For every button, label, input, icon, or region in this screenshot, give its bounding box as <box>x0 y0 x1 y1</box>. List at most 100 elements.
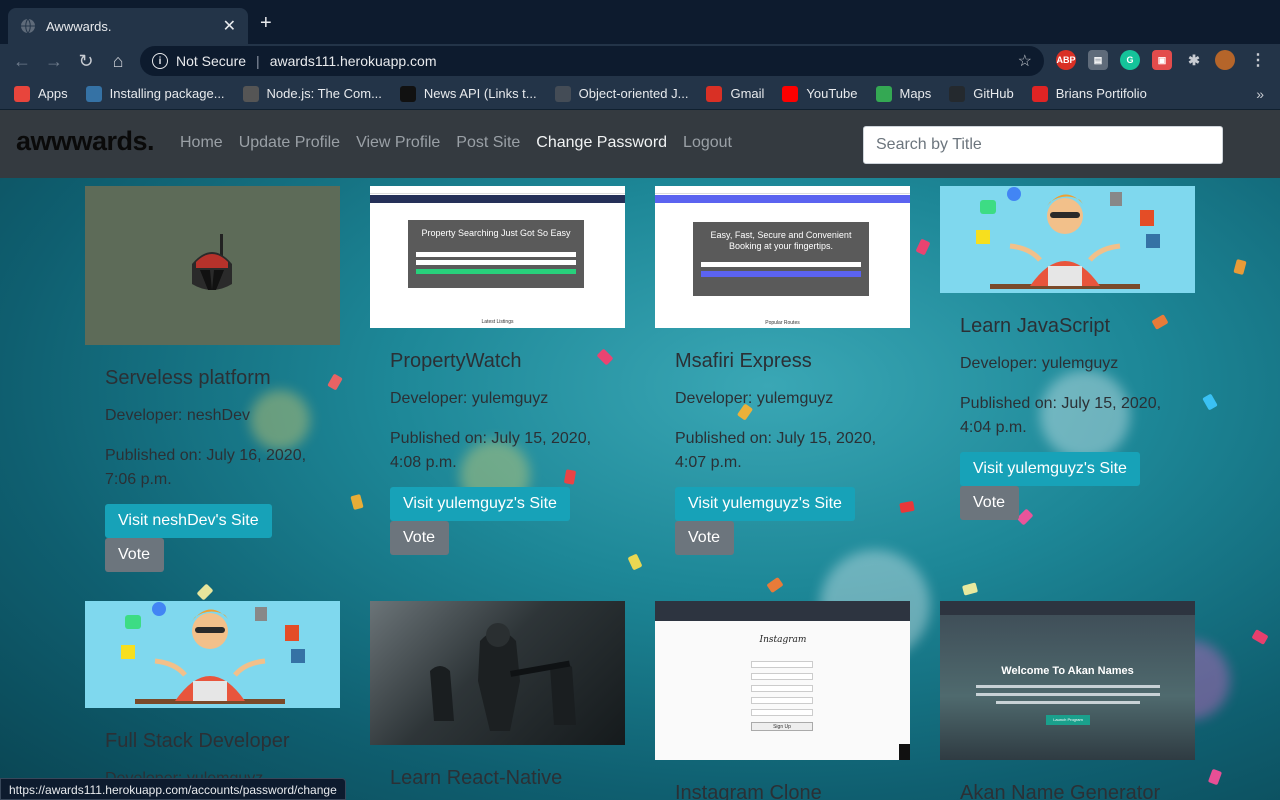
screenshot-headline: Instagram <box>759 635 807 645</box>
search-input[interactable] <box>863 126 1223 164</box>
confetti <box>1207 768 1223 786</box>
screenshot-text-line <box>996 701 1140 704</box>
grammarly-icon[interactable]: G <box>1120 50 1140 70</box>
project-image[interactable] <box>370 601 625 745</box>
bookmark-label: Object-oriented J... <box>578 86 689 101</box>
puzzle-icon[interactable]: ✱ <box>1184 50 1204 70</box>
bookmark-label: Node.js: The Com... <box>266 86 382 101</box>
bookmark-label: Maps <box>899 86 932 101</box>
screenshot-hero: Property Searching Just Got So Easy <box>408 220 584 288</box>
bookmark-item[interactable]: Maps <box>875 85 932 102</box>
screenshot-signup-button: Sign Up <box>751 722 813 731</box>
bookmarks-bar: Apps Installing package... Node.js: The Co… <box>0 78 1280 110</box>
browser-tab[interactable]: Awwwards. ✕ <box>8 8 248 44</box>
brand-logo[interactable]: awwwards. <box>16 126 155 157</box>
screenshot-header <box>370 186 625 194</box>
ch-icon <box>242 85 259 102</box>
home-icon[interactable]: ⌂ <box>102 46 134 76</box>
project-image[interactable]: Property Searching Just Got So Easy Late… <box>370 186 625 328</box>
nav-link-view-profile[interactable]: View Profile <box>356 134 440 152</box>
status-bar-url: https://awards111.herokuapp.com/accounts… <box>0 778 346 800</box>
project-image[interactable] <box>85 601 340 708</box>
globe-icon <box>20 18 36 34</box>
bookmark-item[interactable]: Node.js: The Com... <box>242 85 382 102</box>
screenshot-nav <box>370 195 625 203</box>
nav-link-change-password[interactable]: Change Password <box>536 134 667 152</box>
bookmark-item[interactable]: News API (Links t... <box>399 85 537 102</box>
project-published-date: Published on: July 16, 2020, 7:06 p.m. <box>105 447 307 488</box>
bookmark-label: GitHub <box>973 86 1014 101</box>
screenshot-form-row <box>751 685 813 692</box>
screenshot-form-row <box>701 262 861 267</box>
address-bar[interactable]: i Not Secure | awards111.herokuapp.com ☆ <box>140 46 1044 76</box>
menu-kebab-icon[interactable]: ⋮ <box>1248 50 1268 70</box>
bookmark-item[interactable]: Apps <box>14 85 68 102</box>
screenshot-browser-chrome <box>940 601 1195 615</box>
extension-icon[interactable]: ▣ <box>1152 50 1172 70</box>
confetti <box>961 582 979 596</box>
close-tab-icon[interactable]: ✕ <box>223 16 236 36</box>
screenshot-form-row <box>751 697 813 704</box>
nav-link-update-profile[interactable]: Update Profile <box>239 134 340 152</box>
project-card: Learn JavaScript Developer: yulemguyz Pu… <box>940 186 1195 520</box>
project-card: Property Searching Just Got So Easy Late… <box>370 186 625 555</box>
visit-site-button[interactable]: Visit neshDev's Site <box>105 504 272 538</box>
bookmark-item[interactable]: Object-oriented J... <box>554 85 689 102</box>
nav-links: Home Update Profile View Profile Post Si… <box>180 134 748 152</box>
project-image[interactable]: Easy, Fast, Secure and Convenient Bookin… <box>655 186 910 328</box>
project-image[interactable]: Welcome To Akan Names Launch Program <box>940 601 1195 760</box>
nav-link-home[interactable]: Home <box>180 134 223 152</box>
nav-link-post-site[interactable]: Post Site <box>456 134 520 152</box>
bookmark-label: YouTube <box>806 86 858 101</box>
project-title: Instagram Clone <box>675 782 822 800</box>
project-published-date: Published on: July 15, 2020, 4:07 p.m. <box>675 430 877 471</box>
vote-button[interactable]: Vote <box>105 538 164 572</box>
site-navbar: awwwards. Home Update Profile View Profi… <box>0 110 1280 178</box>
screenshot-headline: Property Searching Just Got So Easy <box>421 228 571 238</box>
reader-icon[interactable]: ▤ <box>1088 50 1108 70</box>
info-icon[interactable]: i <box>152 53 168 69</box>
project-card: Learn React-Native <box>370 601 625 790</box>
project-developer: Developer: yulemguyz <box>675 390 834 407</box>
vote-button[interactable]: Vote <box>675 521 734 555</box>
project-card: Instagram Sign Up Instagram Clone <box>655 601 910 800</box>
screenshot-form-row <box>416 252 576 257</box>
project-title: PropertyWatch <box>390 350 522 372</box>
visit-site-button[interactable]: Visit yulemguyz's Site <box>675 487 855 521</box>
bookmark-star-icon[interactable]: ☆ <box>1018 51 1032 71</box>
visit-site-button[interactable]: Visit yulemguyz's Site <box>390 487 570 521</box>
screenshot-footer: Latest Listings <box>481 319 514 325</box>
more-bookmarks-icon[interactable]: » <box>1256 86 1264 102</box>
apps-grid-icon <box>14 85 30 102</box>
portfolio-icon <box>1031 85 1048 102</box>
bookmark-item[interactable]: GitHub <box>949 85 1014 102</box>
bookmark-item[interactable]: YouTube <box>782 85 858 102</box>
bookmark-label: Apps <box>38 86 68 101</box>
vote-button[interactable]: Vote <box>390 521 449 555</box>
adblock-icon[interactable]: ABP <box>1056 50 1076 70</box>
back-icon[interactable]: ← <box>6 46 38 76</box>
screenshot-headline: Welcome To Akan Names <box>1001 665 1134 677</box>
avatar[interactable] <box>1215 50 1235 70</box>
screenshot-launch-button: Launch Program <box>1046 715 1090 725</box>
project-card: Full Stack Developer Developer: yulemguy… <box>85 601 340 791</box>
confetti <box>766 576 784 594</box>
bookmark-item[interactable]: Installing package... <box>85 85 225 102</box>
visit-site-button[interactable]: Visit yulemguyz's Site <box>960 452 1140 486</box>
security-label: Not Secure <box>176 53 247 69</box>
reload-icon[interactable]: ↻ <box>70 46 102 76</box>
bookmark-item[interactable]: Gmail <box>706 85 764 102</box>
bookmark-item[interactable]: Brians Portifolio <box>1031 85 1147 102</box>
new-tab-icon[interactable]: + <box>260 13 272 33</box>
project-card: Welcome To Akan Names Launch Program Aka… <box>940 601 1195 800</box>
screenshot-search-button <box>416 269 576 274</box>
github-icon <box>949 85 966 102</box>
project-title: Serveless platform <box>105 367 271 389</box>
forward-icon[interactable]: → <box>38 46 70 76</box>
project-image[interactable]: Instagram Sign Up <box>655 601 910 760</box>
vote-button[interactable]: Vote <box>960 486 1019 520</box>
project-image[interactable] <box>940 186 1195 293</box>
nav-link-logout[interactable]: Logout <box>683 134 732 152</box>
code-icon <box>554 85 571 102</box>
project-image[interactable] <box>85 186 340 345</box>
